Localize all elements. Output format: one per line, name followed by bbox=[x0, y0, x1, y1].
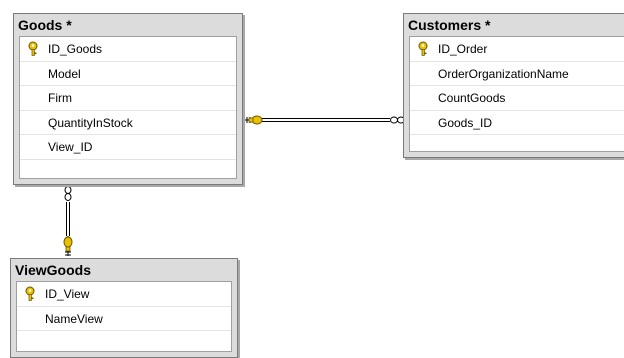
table-columns: ID_Order OrderOrganizationName CountGood… bbox=[409, 36, 624, 152]
infinity-end-icon bbox=[64, 186, 72, 201]
key-end-icon bbox=[63, 236, 73, 256]
column-row[interactable]: OrderOrganizationName bbox=[410, 62, 624, 86]
column-row[interactable]: Firm bbox=[20, 86, 236, 111]
column-name: QuantityInStock bbox=[48, 115, 133, 130]
table-viewgoods[interactable]: ViewGoods ID_View NameView bbox=[10, 258, 238, 358]
column-row[interactable]: Model bbox=[20, 62, 236, 86]
column-name: Goods_ID bbox=[438, 115, 493, 130]
column-name: ID_Goods bbox=[48, 42, 103, 56]
primary-key-icon bbox=[27, 41, 39, 57]
table-columns: ID_View NameView bbox=[16, 281, 232, 352]
column-row[interactable]: ID_Order bbox=[410, 37, 624, 62]
primary-key-icon bbox=[417, 41, 429, 57]
column-name: CountGoods bbox=[438, 91, 506, 105]
column-row[interactable]: QuantityInStock bbox=[20, 111, 236, 135]
column-name: Model bbox=[48, 66, 81, 81]
table-title[interactable]: Goods * bbox=[14, 14, 242, 36]
table-goods[interactable]: Goods * ID_Goods Model Firm QuantityInSt… bbox=[13, 13, 243, 185]
column-name: Firm bbox=[48, 91, 72, 105]
column-row[interactable]: View_ID bbox=[20, 135, 236, 160]
column-row[interactable]: CountGoods bbox=[410, 86, 624, 111]
column-row[interactable]: Goods_ID bbox=[410, 111, 624, 135]
table-title[interactable]: Customers * bbox=[404, 14, 624, 36]
table-columns: ID_Goods Model Firm QuantityInStock View… bbox=[19, 36, 237, 179]
key-end-icon bbox=[244, 115, 263, 125]
column-name: View_ID bbox=[48, 140, 93, 154]
column-row[interactable]: ID_Goods bbox=[20, 37, 236, 62]
column-name: NameView bbox=[45, 311, 103, 326]
column-name: ID_Order bbox=[438, 42, 488, 56]
relationship-viewgoods-goods[interactable] bbox=[63, 186, 73, 257]
column-name: OrderOrganizationName bbox=[438, 66, 569, 81]
table-customers[interactable]: Customers * ID_Order OrderOrganizationNa… bbox=[403, 13, 624, 158]
relationship-goods-customers[interactable] bbox=[244, 115, 405, 125]
column-row[interactable]: NameView bbox=[17, 307, 231, 331]
column-name: ID_View bbox=[45, 287, 90, 301]
primary-key-icon bbox=[24, 286, 36, 302]
column-row[interactable]: ID_View bbox=[17, 282, 231, 307]
table-title[interactable]: ViewGoods bbox=[11, 259, 237, 281]
